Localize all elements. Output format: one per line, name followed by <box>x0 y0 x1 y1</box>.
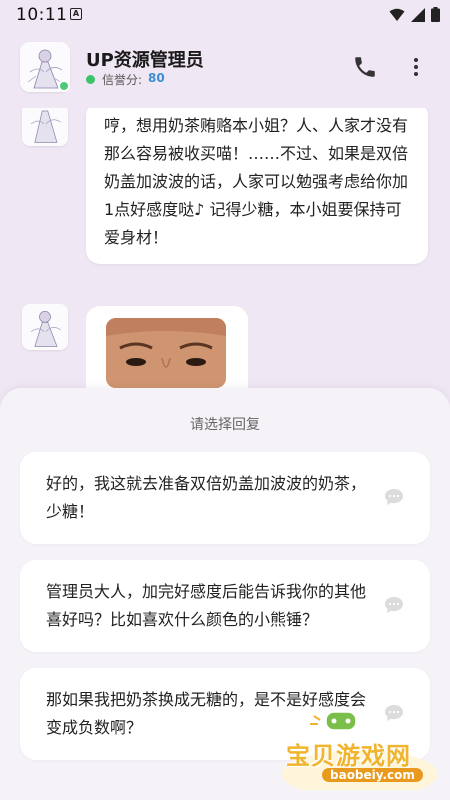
message-avatar[interactable] <box>22 304 68 350</box>
reply-option-text: 好的，我这就去准备双倍奶盖加波波的奶茶，少糖！ <box>46 474 367 521</box>
wifi-icon <box>389 8 405 21</box>
anime-girl-icon <box>22 304 68 350</box>
watermark: 宝贝游戏网 baobeiy.com <box>270 708 450 800</box>
status-icons <box>389 7 440 22</box>
online-status-dot <box>58 80 70 92</box>
battery-icon <box>431 7 440 22</box>
message-bubble: 哼，想用奶茶贿赂本小姐？人、人家才没有那么容易被收买喵！……不过、如果是双倍奶盖… <box>86 108 428 264</box>
status-bar: 10:11 A <box>0 0 450 30</box>
phone-icon[interactable] <box>352 54 378 80</box>
reputation-label: 信誉分: <box>102 73 143 87</box>
photo-image[interactable] <box>106 318 226 388</box>
nav-bar <box>0 790 450 800</box>
reputation-dot <box>86 75 95 84</box>
anime-girl-icon <box>22 108 68 146</box>
reply-option-text: 管理员大人，加完好感度后能告诉我你的其他喜好吗？比如喜欢什么颜色的小熊锤？ <box>46 582 367 629</box>
contact-name: UP资源管理员 <box>86 50 204 71</box>
status-time: 10:11 <box>16 5 68 25</box>
reply-option[interactable]: 好的，我这就去准备双倍奶盖加波波的奶茶，少糖！ <box>20 452 430 544</box>
chat-bubble-icon <box>385 597 403 613</box>
watermark-text: 宝贝游戏网 <box>286 742 411 770</box>
message-avatar[interactable] <box>22 108 68 146</box>
chat-header: UP资源管理员 信誉分: 80 <box>0 30 450 108</box>
chat-messages: 哼，想用奶茶贿赂本小姐？人、人家才没有那么容易被收买喵！……不过、如果是双倍奶盖… <box>0 108 450 408</box>
signal-icon <box>411 7 425 22</box>
watermark-domain: baobeiy.com <box>322 768 423 782</box>
chat-bubble-icon <box>385 489 403 505</box>
face-photo-icon <box>106 318 226 388</box>
more-vertical-icon[interactable] <box>406 54 426 80</box>
notification-icon: A <box>70 8 82 20</box>
reputation-value: 80 <box>148 71 165 85</box>
reply-option[interactable]: 管理员大人，加完好感度后能告诉我你的其他喜好吗？比如喜欢什么颜色的小熊锤？ <box>20 560 430 652</box>
reply-panel-title: 请选择回复 <box>190 417 260 433</box>
